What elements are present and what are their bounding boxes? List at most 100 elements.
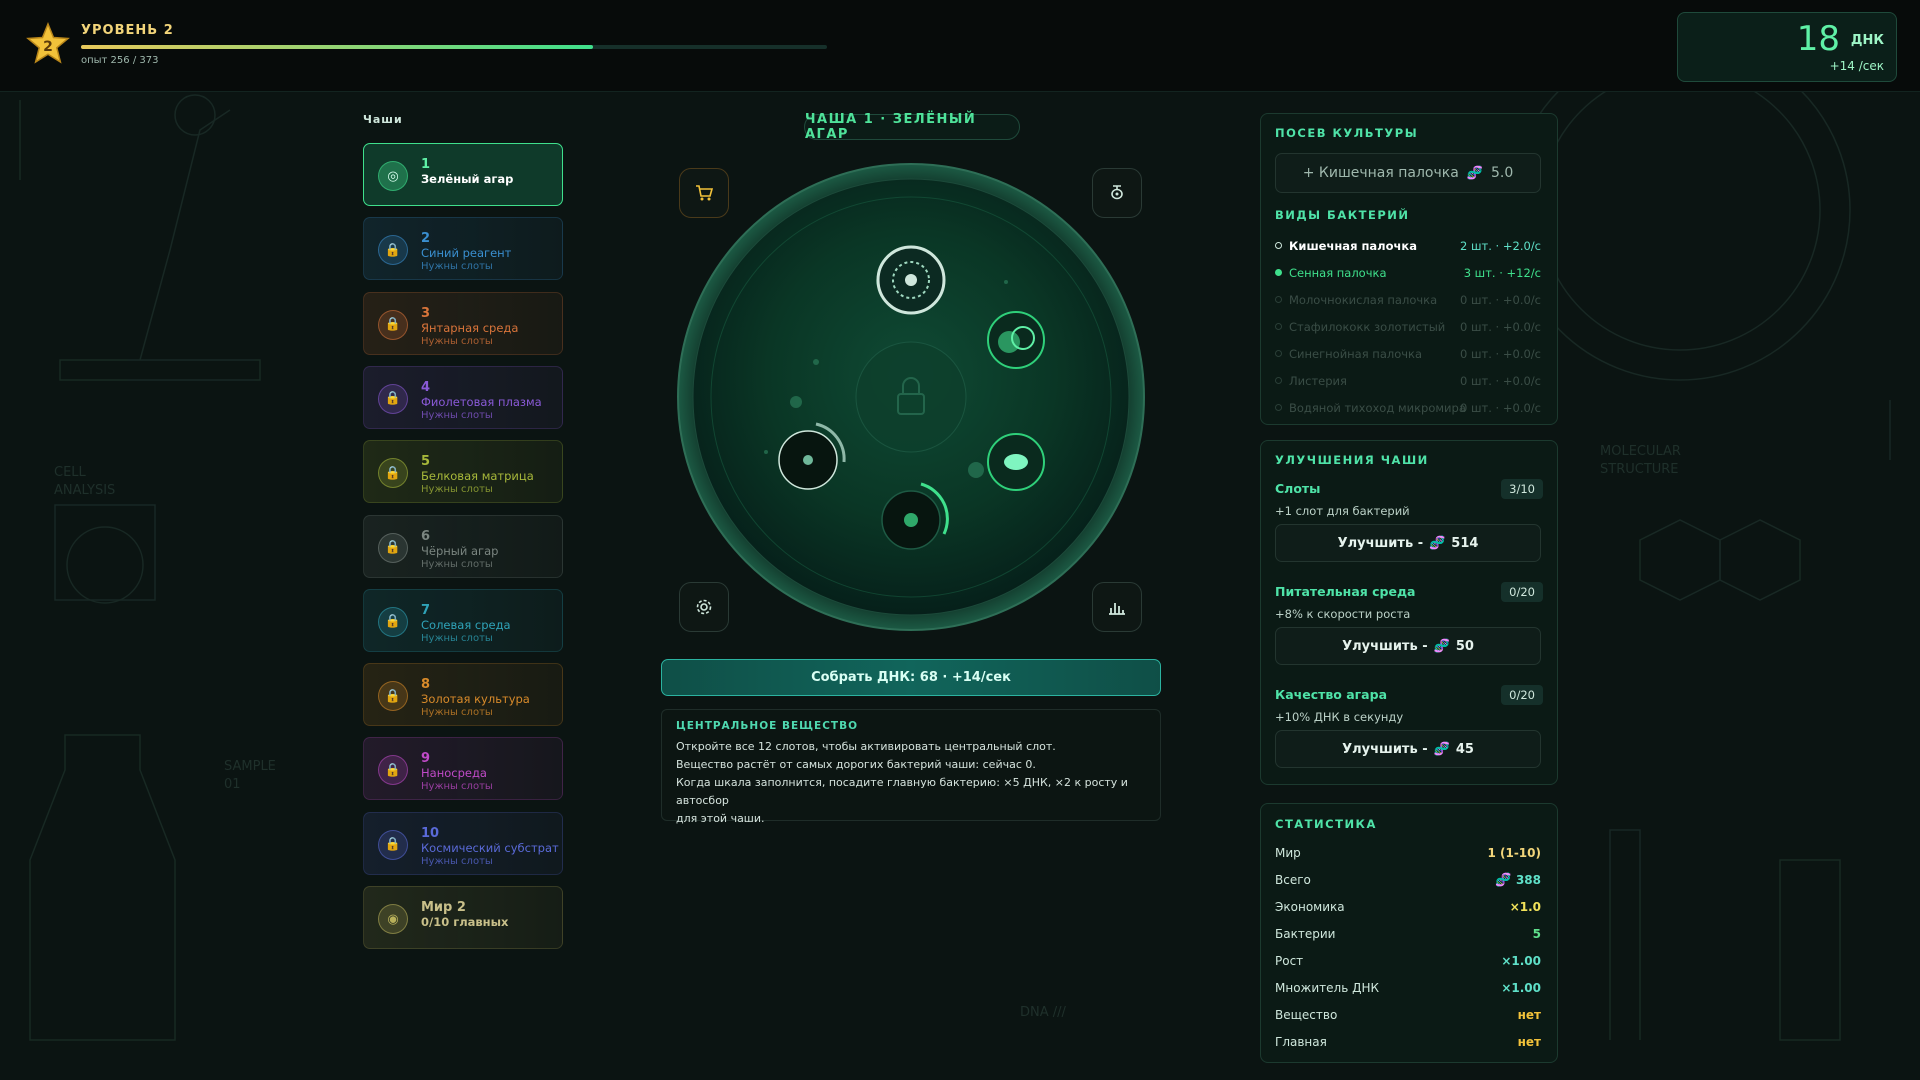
bacteria-row[interactable]: Листерия 0 шт. · +0.0/с: [1275, 373, 1541, 391]
central-substance-panel: ЦЕНТРАЛЬНОЕ ВЕЩЕСТВО Откройте все 12 сло…: [661, 709, 1161, 825]
status-dot: [1275, 296, 1282, 303]
stat-row: Бактерии 5: [1275, 927, 1541, 945]
bacteria-cell[interactable]: [876, 245, 946, 315]
upgrade-button[interactable]: Улучшить - 🧬 514: [1275, 524, 1541, 562]
dish-status: Нужны слоты: [421, 781, 493, 793]
dish-name: Наносреда: [421, 766, 487, 781]
dish-name: 0/10 главных: [421, 915, 509, 929]
dishes-label: Чаши: [363, 113, 403, 126]
dna-icon: 🧬: [1433, 638, 1450, 654]
upgrade-button[interactable]: Улучшить - 🧬 50: [1275, 627, 1541, 665]
svg-text:01: 01: [224, 777, 241, 792]
bacteria-row[interactable]: Синегнойная палочка 0 шт. · +0.0/с: [1275, 346, 1541, 364]
dish-name: Зелёный агар: [421, 172, 514, 186]
bacteria-name: Листерия: [1289, 374, 1347, 388]
dish-icon: ◎: [378, 161, 408, 191]
collect-dna-button[interactable]: Собрать ДНК: 68 · +14/сек: [661, 659, 1161, 696]
stat-value-text: нет: [1517, 1035, 1541, 1049]
status-dot: [1275, 404, 1282, 411]
stat-value: ×1.00: [1501, 954, 1541, 968]
dna-icon: 🧬: [1495, 873, 1516, 888]
dna-counter: 18 ДНК +14 /сек: [1677, 12, 1897, 82]
stat-row: Всего 🧬 388: [1275, 873, 1541, 891]
dish-status: Нужны слоты: [421, 335, 493, 347]
dish-item-7[interactable]: 🔒 7 Солевая среда Нужны слоты: [363, 588, 563, 652]
upgrade-desc: +8% к скорости роста: [1275, 607, 1411, 621]
bacteria-row[interactable]: Кишечная палочка 2 шт. · +2.0/с: [1275, 238, 1541, 256]
dna-icon: 🧬: [1429, 535, 1446, 551]
petri-dish[interactable]: [676, 162, 1146, 632]
dish-item-5[interactable]: 🔒 5 Белковая матрица Нужны слоты: [363, 440, 563, 504]
bacteria-name: Сенная палочка: [1289, 266, 1387, 280]
bacteria-cell[interactable]: [987, 433, 1045, 491]
dish-item-10[interactable]: 🔒 10 Космический субстрат Нужны слоты: [363, 811, 563, 875]
stat-value: 1 (1-10): [1487, 846, 1541, 860]
dish-status: Нужны слоты: [421, 558, 493, 570]
level-badge: 2: [43, 39, 53, 55]
plant-culture-button[interactable]: + Кишечная палочка 🧬 5.0: [1275, 153, 1541, 193]
plant-cost: 5.0: [1491, 165, 1514, 181]
dish-number: 9: [421, 751, 431, 767]
stat-row: Экономика ×1.0: [1275, 900, 1541, 918]
level-title: УРОВЕНЬ 2: [81, 23, 174, 38]
stat-label: Множитель ДНК: [1275, 981, 1379, 995]
upgrade-name: Качество агара: [1275, 687, 1387, 702]
seed-title: ПОСЕВ КУЛЬТУРЫ: [1275, 126, 1419, 140]
bacteria-row[interactable]: Стафилококк золотистый 0 шт. · +0.0/с: [1275, 319, 1541, 337]
lock-icon: 🔒: [378, 458, 408, 489]
bacteria-value: 0 шт. · +0.0/с: [1460, 374, 1541, 388]
bacteria-row[interactable]: Водяной тихоход микромира 0 шт. · +0.0/с: [1275, 400, 1541, 418]
dish-name: Белковая матрица: [421, 469, 534, 484]
dish-item-2[interactable]: 🔒 2 Синий реагент Нужны слоты: [363, 217, 563, 281]
central-text-line: Откройте все 12 слотов, чтобы активирова…: [676, 740, 1056, 753]
dna-value: 18: [1796, 19, 1840, 59]
upgrade-level: 0/20: [1501, 582, 1543, 602]
dish-item-4[interactable]: 🔒 4 Фиолетовая плазма Нужны слоты: [363, 365, 563, 429]
stat-value: 🧬 388: [1495, 873, 1541, 888]
stat-value-text: ×1.0: [1509, 900, 1541, 914]
stat-label: Главная: [1275, 1035, 1327, 1049]
world-icon: ◉: [378, 904, 408, 934]
world-item[interactable]: ◉ Мир 2 0/10 главных: [363, 886, 563, 949]
lock-icon: 🔒: [378, 606, 408, 637]
dish-item-6[interactable]: 🔒 6 Чёрный агар Нужны слоты: [363, 514, 563, 578]
bacteria-row[interactable]: Сенная палочка 3 шт. · +12/с: [1275, 265, 1541, 283]
dish-item-1[interactable]: ◎ 1 Зелёный агар: [363, 143, 563, 206]
dish-name: Золотая культура: [421, 692, 530, 707]
bacteria-name: Синегнойная палочка: [1289, 347, 1423, 361]
svg-text:DNA ///: DNA ///: [1020, 1005, 1067, 1020]
stat-value: нет: [1518, 1035, 1541, 1049]
xp-text: опыт 256 / 373: [81, 55, 159, 66]
lock-icon: 🔒: [378, 681, 408, 712]
stats-panel: СТАТИСТИКА Мир 1 (1-10) Всего 🧬 388 Экономик…: [1260, 803, 1558, 1063]
dish-number: 10: [421, 825, 440, 841]
stat-value: нет: [1518, 1008, 1541, 1022]
upgrade-cost: 50: [1455, 638, 1474, 654]
stat-value-text: 388: [1515, 873, 1541, 887]
upgrade-button-label: Улучшить -: [1337, 535, 1424, 551]
dish-name: Чёрный агар: [421, 543, 499, 558]
upgrade-button[interactable]: Улучшить - 🧬 45: [1275, 730, 1541, 768]
lock-icon: 🔒: [378, 532, 408, 563]
dish-item-8[interactable]: 🔒 8 Золотая культура Нужны слоты: [363, 663, 563, 727]
bacteria-value: 3 шт. · +12/с: [1463, 266, 1541, 280]
dish-number: 4: [421, 379, 431, 395]
dish-item-3[interactable]: 🔒 3 Янтарная среда Нужны слоты: [363, 291, 563, 355]
stat-label: Экономика: [1275, 900, 1345, 914]
upgrades-title: УЛУЧШЕНИЯ ЧАШИ: [1275, 453, 1429, 467]
stat-value: ×1.00: [1501, 981, 1541, 995]
bacteria-cell[interactable]: [987, 311, 1045, 369]
star-icon: 2: [26, 22, 70, 64]
svg-text:MOLECULAR: MOLECULAR: [1600, 444, 1681, 459]
bacteria-name: Кишечная палочка: [1289, 239, 1417, 253]
dish-title: ЧАША 1 · ЗЕЛЁНЫЙ АГАР: [804, 112, 1020, 142]
status-dot: [1275, 377, 1282, 384]
stat-label: Мир: [1275, 846, 1301, 860]
status-dot: [1275, 269, 1282, 276]
dish-item-9[interactable]: 🔒 9 Наносреда Нужны слоты: [363, 737, 563, 801]
stat-value: ×1.0: [1510, 900, 1541, 914]
bacteria-value: 0 шт. · +0.0/с: [1460, 347, 1541, 361]
dish-name: Янтарная среда: [421, 320, 519, 335]
upgrade-cost: 45: [1455, 741, 1474, 757]
bacteria-row[interactable]: Молочнокислая палочка 0 шт. · +0.0/с: [1275, 292, 1541, 310]
